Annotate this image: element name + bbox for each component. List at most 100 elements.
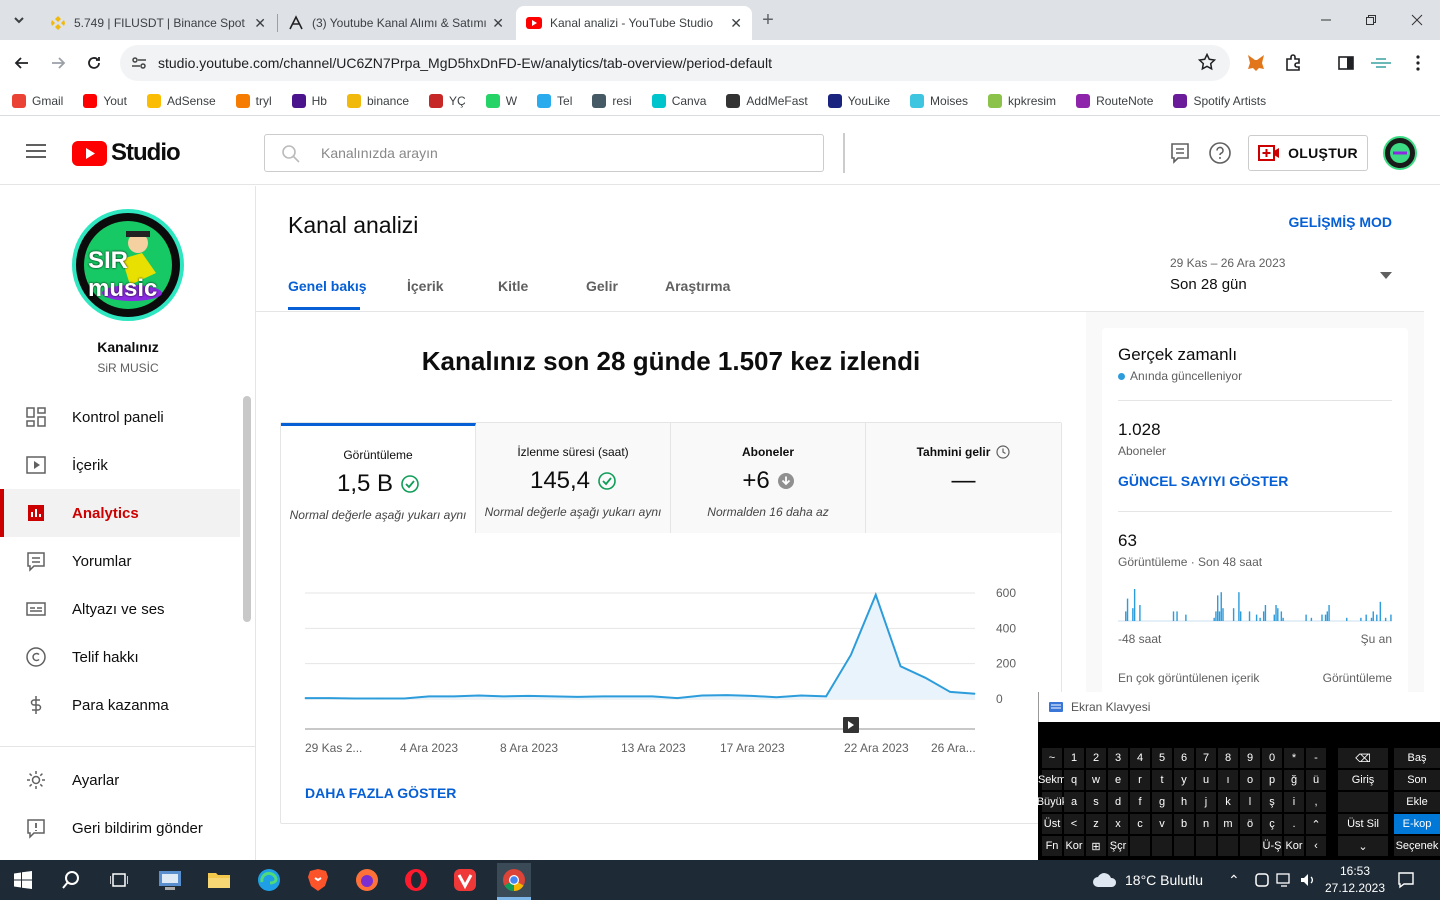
vivaldi-browser-icon[interactable] [450, 866, 480, 894]
keyboard-key[interactable]: q [1064, 770, 1084, 790]
keyboard-key[interactable]: - [1306, 748, 1326, 768]
clock-date[interactable]: 27.12.2023 [1320, 881, 1390, 895]
keyboard-key[interactable]: Giriş [1338, 770, 1388, 790]
keyboard-key[interactable]: k [1218, 792, 1238, 812]
keyboard-key[interactable] [1174, 836, 1194, 856]
channel-search-input[interactable]: Kanalınızda arayın [264, 134, 824, 172]
keyboard-key[interactable]: ş [1262, 792, 1282, 812]
forward-arrow-icon[interactable] [47, 52, 69, 74]
keyboard-key[interactable]: z [1086, 814, 1106, 834]
keyboard-key[interactable]: Ekle [1394, 792, 1440, 812]
site-settings-icon[interactable] [130, 54, 148, 72]
search-icon[interactable] [56, 866, 86, 894]
tab-content[interactable]: İçerik [407, 278, 444, 294]
keyboard-key[interactable] [1130, 836, 1150, 856]
keyboard-key[interactable]: Son [1394, 770, 1440, 790]
keyboard-key[interactable]: p [1262, 770, 1282, 790]
bookmark-item[interactable]: Tel [537, 93, 572, 108]
sidebar-item-subtitles[interactable]: Altyazı ve ses [0, 585, 240, 633]
vpn-extension-icon[interactable] [1370, 52, 1392, 74]
bookmark-item[interactable]: tryl [235, 93, 272, 108]
hamburger-menu-icon[interactable] [26, 143, 46, 159]
chrome-menu-icon[interactable] [1407, 52, 1429, 74]
network-icon[interactable] [1276, 872, 1294, 888]
keyboard-key[interactable]: v [1152, 814, 1172, 834]
tray-app-icon[interactable] [1254, 872, 1270, 888]
channel-name[interactable]: SiR MUSİC [0, 361, 255, 375]
metric-views[interactable]: Görüntüleme 1,5 B Normal değerle aşağı y… [281, 423, 476, 533]
keyboard-key[interactable]: Baş [1394, 748, 1440, 768]
keyboard-key[interactable]: s [1086, 792, 1106, 812]
metamask-extension-icon[interactable] [1245, 52, 1267, 74]
keyboard-key[interactable]: h [1174, 792, 1194, 812]
sidebar-item-content[interactable]: İçerik [0, 441, 240, 489]
help-icon[interactable] [1208, 141, 1232, 165]
show-live-count-button[interactable]: GÜNCEL SAYIYI GÖSTER [1118, 473, 1288, 489]
reload-icon[interactable] [83, 52, 105, 74]
weather-text[interactable]: 18°C Bulutlu [1125, 872, 1203, 888]
bookmark-item[interactable]: AddMeFast [726, 93, 808, 108]
keyboard-key[interactable]: j [1196, 792, 1216, 812]
keyboard-key[interactable]: i [1284, 792, 1304, 812]
keyboard-key[interactable]: e [1108, 770, 1128, 790]
keyboard-key[interactable]: < [1064, 814, 1084, 834]
minimize-window-icon[interactable] [1315, 9, 1337, 31]
keyboard-key[interactable]: Ü-Ş [1262, 836, 1282, 856]
close-tab-icon[interactable]: ✕ [730, 15, 742, 32]
keyboard-key[interactable]: * [1284, 748, 1304, 768]
keyboard-key[interactable]: ~ [1042, 748, 1062, 768]
volume-icon[interactable] [1299, 872, 1317, 888]
keyboard-key[interactable]: ğ [1284, 770, 1304, 790]
keyboard-key[interactable]: n [1196, 814, 1216, 834]
keyboard-key[interactable]: Şçr [1108, 836, 1128, 856]
bookmark-item[interactable]: resi [592, 93, 632, 108]
keyboard-key[interactable]: Fn [1042, 836, 1062, 856]
comments-feedback-icon[interactable] [1170, 142, 1190, 164]
keyboard-key[interactable]: 8 [1218, 748, 1238, 768]
on-screen-keyboard[interactable]: Ekran Klavyesi ~1 2 3 4 5 6 7 8 9 0 * - ⌫ Baş Sekm q w e r… [1037, 692, 1440, 860]
realtime-bar-chart[interactable] [1118, 586, 1392, 622]
bookmark-item[interactable]: Gmail [12, 93, 63, 108]
bookmark-item[interactable]: AdSense [146, 93, 216, 108]
bookmark-item[interactable]: YouLike [827, 93, 890, 108]
keyboard-key[interactable]: 7 [1196, 748, 1216, 768]
keyboard-key[interactable]: 6 [1174, 748, 1194, 768]
keyboard-key[interactable]: Büyük [1037, 792, 1067, 812]
brave-browser-icon[interactable] [303, 866, 333, 894]
keyboard-key[interactable]: r [1130, 770, 1150, 790]
restore-window-icon[interactable] [1360, 9, 1382, 31]
keyboard-key[interactable] [1240, 836, 1260, 856]
keyboard-key[interactable] [1338, 792, 1388, 812]
task-view-icon[interactable] [104, 866, 134, 894]
bookmark-item[interactable]: RouteNote [1076, 93, 1153, 108]
sidebar-scrollbar[interactable] [243, 396, 251, 622]
keyboard-key[interactable]: Sekm [1038, 770, 1066, 790]
clock-time[interactable]: 16:53 [1320, 864, 1390, 878]
keyboard-key[interactable]: b [1174, 814, 1194, 834]
tab-overview[interactable]: Genel bakış [288, 278, 367, 294]
notifications-icon[interactable] [1397, 871, 1415, 889]
bookmark-item[interactable]: Spotify Artists [1173, 93, 1266, 108]
windows-start-icon[interactable] [8, 866, 38, 894]
keyboard-key[interactable]: y [1174, 770, 1194, 790]
tab-audience[interactable]: Kitle [498, 278, 528, 294]
keyboard-key[interactable]: o [1240, 770, 1260, 790]
keyboard-key[interactable]: f [1130, 792, 1150, 812]
keyboard-key[interactable]: 5 [1152, 748, 1172, 768]
close-tab-icon[interactable]: ✕ [254, 15, 266, 32]
sidebar-item-copyright[interactable]: Telif hakkı [0, 633, 240, 681]
keyboard-key[interactable] [1218, 836, 1238, 856]
keyboard-key[interactable]: ⌫ [1338, 748, 1388, 768]
keyboard-key[interactable]: w [1086, 770, 1106, 790]
keyboard-key[interactable]: ü [1306, 770, 1326, 790]
firefox-browser-icon[interactable] [352, 866, 382, 894]
keyboard-key[interactable]: a [1064, 792, 1084, 812]
keyboard-key[interactable]: d [1108, 792, 1128, 812]
bookmark-item[interactable]: YÇ [429, 93, 466, 108]
show-more-button[interactable]: DAHA FAZLA GÖSTER [305, 785, 456, 801]
keyboard-key[interactable]: Kor [1284, 836, 1304, 856]
sidebar-item-settings[interactable]: Ayarlar [0, 756, 240, 804]
bookmark-star-icon[interactable] [1198, 53, 1216, 71]
extensions-puzzle-icon[interactable] [1282, 52, 1304, 74]
new-tab-icon[interactable]: + [757, 9, 779, 31]
